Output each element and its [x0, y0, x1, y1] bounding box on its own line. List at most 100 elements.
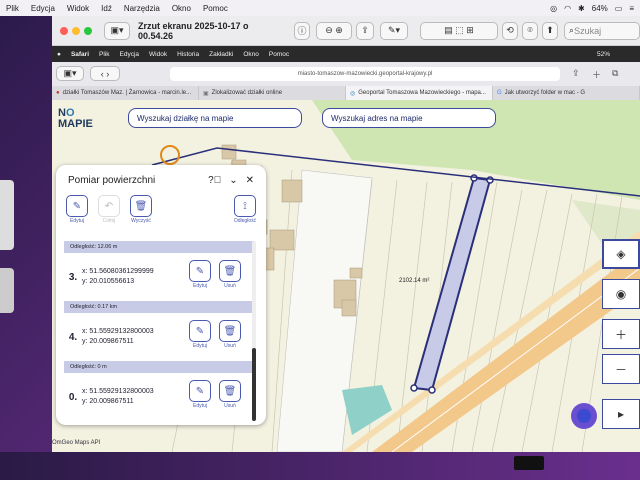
clear-tool-button[interactable]: 🗑 Wyczyść: [128, 195, 154, 224]
favicon-icon: ▣: [203, 90, 209, 97]
menu-idz[interactable]: Idź: [95, 4, 118, 13]
logo-text-mapie: MAPIE: [58, 118, 93, 130]
share-icon[interactable]: ⇪: [356, 21, 375, 40]
distance-tool-button[interactable]: ⟟ Odległość: [232, 195, 258, 224]
menu-narzedzia[interactable]: Narzędzia: [118, 4, 166, 13]
control-center-icon[interactable]: ≡: [629, 4, 634, 13]
back-forward-buttons[interactable]: ‹ ›: [90, 66, 120, 81]
distance-header: Odległość: 12.06 m: [64, 241, 254, 253]
delete-point-button[interactable]: 🗑 Usuń: [218, 380, 242, 409]
tab-label: Geoportal Tomaszowa Mazowieckiego - mapa…: [358, 90, 486, 96]
vertex-handle[interactable]: [410, 384, 418, 392]
zoom-out-icon[interactable]: －: [602, 354, 640, 384]
delete-point-button[interactable]: 🗑 Usuń: [218, 260, 242, 289]
url-field[interactable]: miasto-tomaszow-mazowiecki.geoportal-kra…: [170, 67, 560, 81]
preview-window-title: Zrzut ekranu 2025-10-17 o 00.54.26: [138, 20, 249, 41]
browser-address-bar: ▣▾ ‹ › miasto-tomaszow-mazowiecki.geopor…: [52, 62, 640, 86]
menu-plik[interactable]: Plik: [0, 4, 25, 13]
battery-icon[interactable]: ▭: [615, 4, 623, 13]
url-text: miasto-tomaszow-mazowiecki.geoportal-kra…: [297, 71, 433, 77]
zoom-window-icon[interactable]: [84, 26, 92, 35]
menu-edycja[interactable]: Edycja: [25, 4, 61, 13]
dock-thumbnail[interactable]: [514, 456, 544, 470]
menu-widok[interactable]: Widok: [61, 4, 95, 13]
vertex-handle[interactable]: [486, 176, 494, 184]
apple-icon[interactable]: ●: [52, 51, 66, 58]
share-button-icon[interactable]: ⬆: [542, 21, 559, 40]
edit-point-button[interactable]: ✎ Edytuj: [188, 380, 212, 409]
delete-point-label: Usuń: [224, 283, 236, 289]
undo-tool-button[interactable]: ↶ Cofnij: [96, 195, 122, 224]
coord-x: x: 51.56080361299999: [82, 268, 154, 275]
markup-tools[interactable]: ▤ ⬚ ⊞: [420, 21, 499, 40]
status-icon[interactable]: ◎: [550, 4, 557, 13]
trash-icon: 🗑: [130, 195, 152, 217]
zoom-in-icon[interactable]: ＋: [602, 319, 640, 349]
sidebar-toggle-button[interactable]: ▣▾: [104, 21, 130, 40]
menu-pomoc[interactable]: Pomoc: [197, 4, 234, 13]
tab-geoportal[interactable]: ◎ Geoportal Tomaszowa Mazowieckiego - map…: [346, 86, 493, 100]
edit-point-button[interactable]: ✎ Edytuj: [188, 260, 212, 289]
points-list[interactable]: Odległość: 12.06 m 3. x: 51.560803612999…: [64, 241, 254, 421]
tab-dzialki[interactable]: ● działki Tomaszów Maz. | Żarnowica - mar…: [52, 86, 199, 100]
safari-menu-zakladki[interactable]: Zakładki: [204, 51, 238, 58]
nomapie-logo[interactable]: NO MAPIE: [58, 108, 93, 130]
tab-google[interactable]: G Jak utworzyć folder w mac - G: [493, 86, 640, 100]
geolocate-icon[interactable]: ◉: [602, 279, 640, 309]
undo-tool-label: Cofnij: [102, 218, 116, 224]
search-address-button[interactable]: Wyszukaj adres na mapie: [322, 108, 496, 128]
rotate-icon[interactable]: ⟲: [502, 21, 519, 40]
chevron-down-icon[interactable]: ⌄: [229, 175, 237, 186]
safari-menu-plik[interactable]: Plik: [94, 51, 114, 58]
expand-icon[interactable]: ▸: [602, 399, 640, 429]
tab-zlokalizowac[interactable]: ▣ Zlokalizować działki online: [199, 86, 346, 100]
close-window-icon[interactable]: [60, 26, 68, 35]
edit-point-label: Edytuj: [193, 283, 207, 289]
tab-overview-icon[interactable]: ⧉: [612, 68, 618, 79]
bluetooth-icon[interactable]: ✱: [578, 4, 585, 13]
list-item: 4. x: 51.55929132800003 y: 20.009867511 …: [64, 313, 254, 361]
inner-battery: 52%: [596, 50, 610, 58]
edit-point-button[interactable]: ✎ Edytuj: [188, 320, 212, 349]
area-label: 2102.14 m²: [399, 278, 430, 284]
favicon-icon: ●: [56, 90, 60, 96]
close-icon[interactable]: ✕: [246, 175, 254, 186]
delete-point-label: Usuń: [224, 403, 236, 409]
wifi-icon[interactable]: ◠: [564, 4, 571, 13]
coord-x: x: 51.55929132800003: [82, 388, 154, 395]
pencil-icon: ✎: [189, 260, 211, 282]
tab-label: działki Tomaszów Maz. | Żarnowica - marc…: [62, 90, 192, 96]
distance-header: Odległość: 0.17 km: [64, 301, 254, 313]
new-tab-icon[interactable]: ＋: [592, 68, 601, 81]
safari-menu-historia[interactable]: Historia: [172, 51, 204, 58]
layers-icon[interactable]: ◈: [602, 239, 640, 269]
point-number: 0.: [68, 391, 78, 403]
zoom-buttons[interactable]: ⊖ ⊕: [316, 21, 353, 40]
delete-point-button[interactable]: 🗑 Usuń: [218, 320, 242, 349]
search-parcel-button[interactable]: Wyszukaj działkę na mapie: [128, 108, 302, 128]
search-placeholder: Szukaj: [574, 25, 602, 36]
safari-menu-pomoc[interactable]: Pomoc: [264, 51, 294, 58]
search-field[interactable]: ⌕ Szukaj: [564, 21, 640, 40]
highlight-icon[interactable]: ⌾: [522, 21, 539, 40]
panel-header: Pomiar powierzchni ?⃝ ⌄ ✕: [56, 165, 266, 195]
edit-point-label: Edytuj: [193, 403, 207, 409]
info-icon[interactable]: ⓘ: [294, 21, 311, 40]
safari-menu-safari[interactable]: Safari: [66, 51, 94, 58]
markup-icon[interactable]: ✎▾: [380, 21, 409, 40]
share-page-icon[interactable]: ⇪: [572, 68, 580, 79]
location-target-icon[interactable]: [160, 145, 180, 165]
safari-menu-widok[interactable]: Widok: [144, 51, 172, 58]
undo-icon: ↶: [98, 195, 120, 217]
help-icon[interactable]: ?⃝: [208, 175, 221, 186]
panel-scrollbar-thumb[interactable]: [252, 348, 256, 421]
vertex-handle[interactable]: [428, 386, 436, 394]
pencil-icon: ✎: [66, 195, 88, 217]
minimize-window-icon[interactable]: [72, 26, 80, 35]
coord-y: y: 20.009867511: [82, 398, 134, 405]
safari-menu-okno[interactable]: Okno: [238, 51, 264, 58]
browser-sidebar-button[interactable]: ▣▾: [56, 66, 84, 81]
edit-tool-button[interactable]: ✎ Edytuj: [64, 195, 90, 224]
menu-okno[interactable]: Okno: [166, 4, 197, 13]
safari-menu-edycja[interactable]: Edycja: [115, 51, 145, 58]
